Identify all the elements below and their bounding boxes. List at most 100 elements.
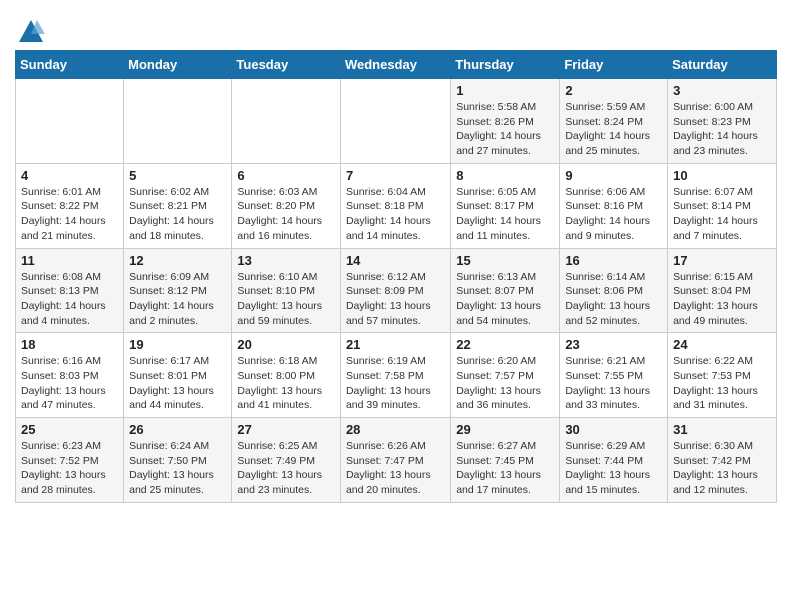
calendar-cell: 24 Sunrise: 6:22 AMSunset: 7:53 PMDayligh… (668, 333, 777, 418)
day-info: Sunrise: 6:06 AMSunset: 8:16 PMDaylight:… (565, 185, 662, 244)
day-info: Sunrise: 6:04 AMSunset: 8:18 PMDaylight:… (346, 185, 445, 244)
calendar-cell (16, 79, 124, 164)
day-number: 20 (237, 337, 335, 352)
calendar-week-row: 18 Sunrise: 6:16 AMSunset: 8:03 PMDayligh… (16, 333, 777, 418)
day-number: 22 (456, 337, 554, 352)
day-number: 2 (565, 83, 662, 98)
day-info: Sunrise: 6:26 AMSunset: 7:47 PMDaylight:… (346, 439, 445, 498)
calendar-cell: 10 Sunrise: 6:07 AMSunset: 8:14 PMDayligh… (668, 163, 777, 248)
calendar-cell: 22 Sunrise: 6:20 AMSunset: 7:57 PMDayligh… (451, 333, 560, 418)
calendar-cell: 7 Sunrise: 6:04 AMSunset: 8:18 PMDaylight… (340, 163, 450, 248)
calendar-week-row: 4 Sunrise: 6:01 AMSunset: 8:22 PMDaylight… (16, 163, 777, 248)
day-info: Sunrise: 6:30 AMSunset: 7:42 PMDaylight:… (673, 439, 771, 498)
calendar-cell: 5 Sunrise: 6:02 AMSunset: 8:21 PMDaylight… (124, 163, 232, 248)
day-info: Sunrise: 6:09 AMSunset: 8:12 PMDaylight:… (129, 270, 226, 329)
calendar-cell: 8 Sunrise: 6:05 AMSunset: 8:17 PMDaylight… (451, 163, 560, 248)
day-info: Sunrise: 6:15 AMSunset: 8:04 PMDaylight:… (673, 270, 771, 329)
day-info: Sunrise: 6:08 AMSunset: 8:13 PMDaylight:… (21, 270, 118, 329)
day-info: Sunrise: 6:25 AMSunset: 7:49 PMDaylight:… (237, 439, 335, 498)
calendar-cell (124, 79, 232, 164)
calendar-cell: 18 Sunrise: 6:16 AMSunset: 8:03 PMDayligh… (16, 333, 124, 418)
calendar-cell: 15 Sunrise: 6:13 AMSunset: 8:07 PMDayligh… (451, 248, 560, 333)
day-number: 7 (346, 168, 445, 183)
day-info: Sunrise: 6:29 AMSunset: 7:44 PMDaylight:… (565, 439, 662, 498)
day-number: 21 (346, 337, 445, 352)
day-number: 12 (129, 253, 226, 268)
weekday-header: Thursday (451, 51, 560, 79)
day-number: 16 (565, 253, 662, 268)
logo (15, 18, 45, 42)
calendar-cell: 27 Sunrise: 6:25 AMSunset: 7:49 PMDayligh… (232, 418, 341, 503)
calendar-cell: 3 Sunrise: 6:00 AMSunset: 8:23 PMDaylight… (668, 79, 777, 164)
day-info: Sunrise: 6:22 AMSunset: 7:53 PMDaylight:… (673, 354, 771, 413)
day-number: 1 (456, 83, 554, 98)
day-number: 28 (346, 422, 445, 437)
calendar-cell: 20 Sunrise: 6:18 AMSunset: 8:00 PMDayligh… (232, 333, 341, 418)
day-number: 25 (21, 422, 118, 437)
weekday-header: Sunday (16, 51, 124, 79)
day-info: Sunrise: 6:23 AMSunset: 7:52 PMDaylight:… (21, 439, 118, 498)
day-info: Sunrise: 6:02 AMSunset: 8:21 PMDaylight:… (129, 185, 226, 244)
day-info: Sunrise: 6:16 AMSunset: 8:03 PMDaylight:… (21, 354, 118, 413)
day-number: 6 (237, 168, 335, 183)
calendar-cell: 23 Sunrise: 6:21 AMSunset: 7:55 PMDayligh… (560, 333, 668, 418)
day-info: Sunrise: 6:07 AMSunset: 8:14 PMDaylight:… (673, 185, 771, 244)
calendar-cell: 21Sunrise: 6:19 AMSunset: 7:58 PMDayligh… (340, 333, 450, 418)
calendar-cell: 9Sunrise: 6:06 AMSunset: 8:16 PMDaylight… (560, 163, 668, 248)
weekday-header: Friday (560, 51, 668, 79)
day-number: 4 (21, 168, 118, 183)
day-info: Sunrise: 6:01 AMSunset: 8:22 PMDaylight:… (21, 185, 118, 244)
day-number: 24 (673, 337, 771, 352)
day-number: 8 (456, 168, 554, 183)
day-info: Sunrise: 6:00 AMSunset: 8:23 PMDaylight:… (673, 100, 771, 159)
calendar-cell: 1Sunrise: 5:58 AMSunset: 8:26 PMDaylight… (451, 79, 560, 164)
weekday-header: Tuesday (232, 51, 341, 79)
day-number: 23 (565, 337, 662, 352)
calendar-cell: 13 Sunrise: 6:10 AMSunset: 8:10 PMDayligh… (232, 248, 341, 333)
calendar-week-row: 25 Sunrise: 6:23 AMSunset: 7:52 PMDayligh… (16, 418, 777, 503)
day-info: Sunrise: 6:24 AMSunset: 7:50 PMDaylight:… (129, 439, 226, 498)
calendar-cell: 29Sunrise: 6:27 AMSunset: 7:45 PMDayligh… (451, 418, 560, 503)
calendar-cell (340, 79, 450, 164)
calendar-week-row: 11 Sunrise: 6:08 AMSunset: 8:13 PMDayligh… (16, 248, 777, 333)
day-number: 26 (129, 422, 226, 437)
calendar-cell: 30 Sunrise: 6:29 AMSunset: 7:44 PMDayligh… (560, 418, 668, 503)
day-number: 18 (21, 337, 118, 352)
calendar-cell: 4 Sunrise: 6:01 AMSunset: 8:22 PMDaylight… (16, 163, 124, 248)
calendar-cell: 14Sunrise: 6:12 AMSunset: 8:09 PMDayligh… (340, 248, 450, 333)
calendar-cell: 28 Sunrise: 6:26 AMSunset: 7:47 PMDayligh… (340, 418, 450, 503)
calendar-header-row: SundayMondayTuesdayWednesdayThursdayFrid… (16, 51, 777, 79)
day-info: Sunrise: 6:12 AMSunset: 8:09 PMDaylight:… (346, 270, 445, 329)
calendar-week-row: 1Sunrise: 5:58 AMSunset: 8:26 PMDaylight… (16, 79, 777, 164)
calendar-cell: 6 Sunrise: 6:03 AMSunset: 8:20 PMDaylight… (232, 163, 341, 248)
day-number: 27 (237, 422, 335, 437)
day-info: Sunrise: 6:03 AMSunset: 8:20 PMDaylight:… (237, 185, 335, 244)
day-number: 13 (237, 253, 335, 268)
day-number: 31 (673, 422, 771, 437)
day-number: 29 (456, 422, 554, 437)
day-number: 3 (673, 83, 771, 98)
day-info: Sunrise: 6:14 AMSunset: 8:06 PMDaylight:… (565, 270, 662, 329)
day-info: Sunrise: 6:10 AMSunset: 8:10 PMDaylight:… (237, 270, 335, 329)
day-info: Sunrise: 6:18 AMSunset: 8:00 PMDaylight:… (237, 354, 335, 413)
calendar-cell: 25 Sunrise: 6:23 AMSunset: 7:52 PMDayligh… (16, 418, 124, 503)
day-info: Sunrise: 6:13 AMSunset: 8:07 PMDaylight:… (456, 270, 554, 329)
calendar-cell: 31 Sunrise: 6:30 AMSunset: 7:42 PMDayligh… (668, 418, 777, 503)
calendar-cell: 26 Sunrise: 6:24 AMSunset: 7:50 PMDayligh… (124, 418, 232, 503)
day-info: Sunrise: 6:20 AMSunset: 7:57 PMDaylight:… (456, 354, 554, 413)
weekday-header: Wednesday (340, 51, 450, 79)
day-number: 10 (673, 168, 771, 183)
day-info: Sunrise: 6:05 AMSunset: 8:17 PMDaylight:… (456, 185, 554, 244)
day-number: 15 (456, 253, 554, 268)
day-info: Sunrise: 5:59 AMSunset: 8:24 PMDaylight:… (565, 100, 662, 159)
day-number: 11 (21, 253, 118, 268)
day-info: Sunrise: 6:21 AMSunset: 7:55 PMDaylight:… (565, 354, 662, 413)
day-number: 30 (565, 422, 662, 437)
weekday-header: Monday (124, 51, 232, 79)
day-number: 17 (673, 253, 771, 268)
calendar-cell (232, 79, 341, 164)
day-number: 5 (129, 168, 226, 183)
calendar-cell: 17 Sunrise: 6:15 AMSunset: 8:04 PMDayligh… (668, 248, 777, 333)
calendar-cell: 16 Sunrise: 6:14 AMSunset: 8:06 PMDayligh… (560, 248, 668, 333)
page-header (15, 10, 777, 42)
